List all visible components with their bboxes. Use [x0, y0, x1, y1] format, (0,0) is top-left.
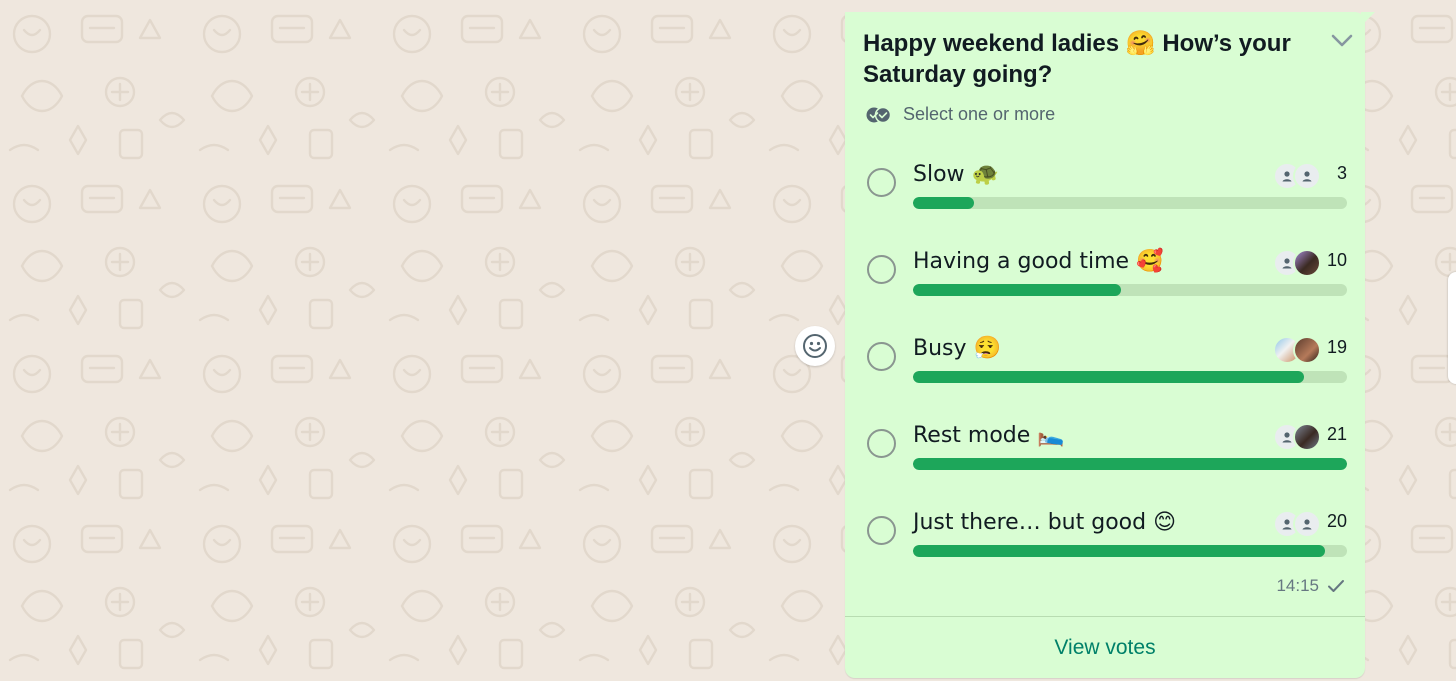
side-panel-handle[interactable]: [1448, 272, 1456, 384]
voter-avatars[interactable]: [1273, 162, 1321, 190]
option-label: Slow 🐢: [913, 162, 999, 187]
poll-question: Happy weekend ladies 🤗 How’s your Saturd…: [863, 30, 1291, 88]
option-label: Rest mode 🛌: [913, 423, 1065, 448]
voter-avatars[interactable]: [1273, 336, 1321, 364]
option-radio-button[interactable]: [867, 342, 896, 371]
avatar: [1293, 249, 1321, 277]
vote-progress-bar: [913, 458, 1347, 470]
person-icon: [1282, 519, 1292, 530]
view-votes-button[interactable]: View votes: [845, 617, 1365, 678]
select-hint-label: Select one or more: [903, 104, 1056, 124]
option-radio-button[interactable]: [867, 255, 896, 284]
vote-progress-fill: [913, 371, 1304, 383]
vote-progress-fill: [913, 284, 1122, 296]
avatar: [1293, 423, 1321, 451]
vote-progress-bar: [913, 545, 1347, 557]
person-icon: [1282, 432, 1292, 443]
poll-option[interactable]: Rest mode 🛌 21: [845, 415, 1365, 485]
poll-message-bubble: Happy weekend ladies 🤗 How’s your Saturd…: [845, 12, 1375, 678]
message-time: 14:15: [1276, 576, 1319, 595]
person-icon: [1302, 171, 1312, 182]
option-radio-button[interactable]: [867, 429, 896, 458]
multi-select-hint: Select one or more: [865, 104, 1055, 125]
voter-avatars[interactable]: [1273, 510, 1321, 538]
poll-option[interactable]: Just there… but good 😊 20: [845, 502, 1365, 572]
person-icon: [1282, 258, 1292, 269]
emoji-reaction-button[interactable]: [795, 326, 835, 366]
person-icon: [1282, 171, 1292, 182]
vote-count: 21: [1326, 424, 1347, 444]
option-radio-button[interactable]: [867, 168, 896, 197]
vote-progress-bar: [913, 284, 1347, 296]
bubble-tail: [1361, 12, 1375, 26]
vote-count: 10: [1326, 250, 1347, 270]
check-icon: [1328, 580, 1344, 592]
chevron-down-icon[interactable]: [1329, 30, 1355, 50]
vote-progress-fill: [913, 197, 974, 209]
default-avatar: [1293, 510, 1321, 538]
voter-avatars[interactable]: [1273, 423, 1321, 451]
vote-progress-fill: [913, 545, 1326, 557]
vote-progress-bar: [913, 371, 1347, 383]
vote-count: 19: [1326, 337, 1347, 357]
voter-avatars[interactable]: [1273, 249, 1321, 277]
vote-count: 3: [1336, 163, 1347, 183]
option-label: Just there… but good 😊: [913, 510, 1177, 535]
avatar: [1293, 336, 1321, 364]
default-avatar: [1293, 162, 1321, 190]
smiley-icon: [803, 334, 827, 358]
option-label: Busy 😮‍💨: [913, 336, 1001, 361]
poll-option[interactable]: Slow 🐢 3: [845, 154, 1365, 224]
vote-count: 20: [1326, 511, 1347, 531]
vote-progress-fill: [913, 458, 1347, 470]
poll-option[interactable]: Busy 😮‍💨 19: [845, 328, 1365, 398]
message-meta: 14:15: [1276, 576, 1345, 596]
option-label: Having a good time 🥰: [913, 249, 1164, 274]
poll-option[interactable]: Having a good time 🥰 10: [845, 241, 1365, 311]
option-radio-button[interactable]: [867, 516, 896, 545]
person-icon: [1302, 519, 1312, 530]
double-check-icon: [866, 106, 892, 123]
vote-progress-bar: [913, 197, 1347, 209]
